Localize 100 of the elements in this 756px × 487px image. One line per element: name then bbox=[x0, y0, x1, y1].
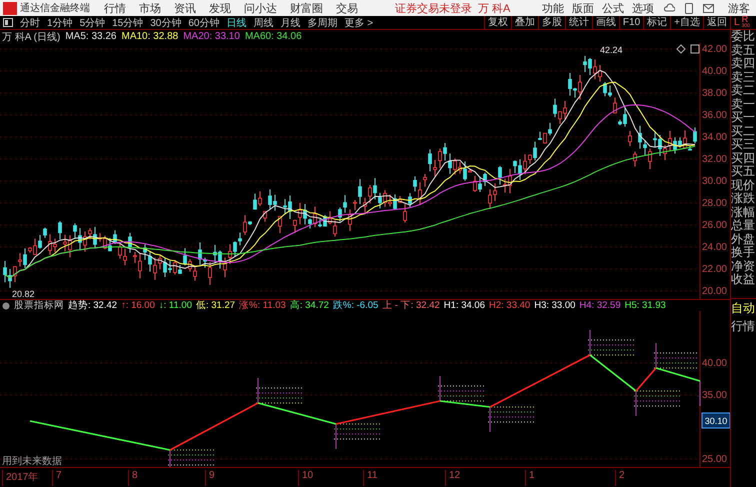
price-axis-label: 20.00 bbox=[702, 286, 727, 297]
menu-item[interactable]: 财富圈 bbox=[290, 0, 323, 16]
period-tab[interactable]: 多周期 bbox=[308, 16, 338, 30]
indicator-value: H5: 31.93 bbox=[624, 300, 666, 311]
low-price-marker: 20.82 bbox=[12, 289, 35, 299]
quote-label[interactable]: 买一 bbox=[731, 111, 756, 124]
date-axis-label: 11 bbox=[363, 470, 378, 486]
quote-label[interactable]: 委比 bbox=[731, 30, 756, 44]
toolbar-button[interactable]: 画线 bbox=[592, 16, 619, 30]
toolbar-button[interactable]: 统计 bbox=[564, 16, 592, 30]
menu-link[interactable]: 功能 bbox=[542, 0, 564, 16]
menu-link[interactable]: 选项 bbox=[632, 0, 654, 16]
envelope-icon[interactable] bbox=[703, 4, 714, 12]
chart-title: 万 科A (日线) bbox=[2, 30, 60, 44]
toolbar-button[interactable]: F10 bbox=[618, 16, 644, 30]
user-name[interactable]: 游客 bbox=[728, 0, 750, 16]
price-axis-label: 40.00 bbox=[702, 66, 727, 77]
ma-value: MA10: 32.88 bbox=[122, 31, 178, 42]
date-axis-label: 8 bbox=[128, 470, 138, 486]
price-axis-label: 34.00 bbox=[702, 132, 727, 143]
period-tab[interactable]: 30分钟 bbox=[150, 16, 182, 30]
period-tab[interactable]: 60分钟 bbox=[188, 16, 220, 30]
app-title: 通达信金融终端 bbox=[20, 2, 90, 15]
quote-label[interactable]: 买二 bbox=[731, 124, 756, 138]
date-axis-label: 2 bbox=[615, 470, 625, 486]
period-tab[interactable]: 1分钟 bbox=[47, 16, 73, 30]
side-tab[interactable]: 自动 bbox=[731, 301, 755, 315]
period-tab[interactable]: 5分钟 bbox=[80, 16, 106, 30]
future-data-note: 用到未来数据 bbox=[2, 456, 62, 467]
settings-icon[interactable] bbox=[2, 302, 10, 310]
period-tab[interactable]: 日线 bbox=[226, 16, 246, 30]
toolbar-button[interactable]: 返回 bbox=[703, 16, 730, 30]
quote-label[interactable]: 涨跌 bbox=[731, 192, 756, 206]
indicator-value: ↑: 16.00 bbox=[121, 300, 155, 311]
menu-link[interactable]: 公式 bbox=[602, 0, 624, 16]
period-tab[interactable]: 月线 bbox=[280, 16, 300, 30]
price-axis-label: 30.00 bbox=[702, 176, 727, 187]
indicator-value: 涨%: 11.03 bbox=[239, 299, 286, 312]
panel-toggle-icon[interactable] bbox=[3, 18, 13, 27]
price-axis-label: 38.00 bbox=[702, 88, 727, 99]
current-value-label: 30.10 bbox=[702, 412, 730, 428]
stock-name: 万 科A bbox=[478, 2, 510, 16]
quote-label[interactable]: 卖三 bbox=[731, 70, 756, 84]
quote-label[interactable]: 现价 bbox=[731, 178, 756, 192]
indicator-value: H3: 33.00 bbox=[534, 300, 576, 311]
panel-icon[interactable] bbox=[690, 44, 700, 54]
price-axis-label: 36.00 bbox=[702, 110, 727, 121]
toolbar-button[interactable]: 叠加 bbox=[510, 16, 538, 30]
date-axis-label: 7 bbox=[52, 470, 62, 486]
period-tab[interactable]: 周线 bbox=[254, 16, 274, 30]
quote-label[interactable]: 卖五 bbox=[731, 44, 756, 57]
diamond-icon[interactable] bbox=[676, 44, 686, 54]
date-axis-label: 2017年 bbox=[2, 470, 38, 486]
menu-link[interactable]: 版面 bbox=[572, 0, 594, 16]
price-axis-label: 22.00 bbox=[702, 264, 727, 275]
ma-value: MA20: 33.10 bbox=[183, 31, 240, 42]
quote-label[interactable]: 涨幅 bbox=[731, 206, 756, 219]
indicator-value: 跌%: -6.05 bbox=[332, 299, 378, 312]
period-tab[interactable]: 更多 > bbox=[344, 16, 374, 30]
price-axis-label: 24.00 bbox=[702, 242, 727, 253]
menu-item[interactable]: 行情 bbox=[104, 0, 126, 16]
side-tab[interactable]: 行情 bbox=[731, 319, 755, 333]
period-tab[interactable]: 15分钟 bbox=[112, 16, 144, 30]
indicator-value: H4: 32.59 bbox=[579, 300, 621, 311]
quote-label[interactable]: 卖二 bbox=[731, 84, 756, 98]
toolbar-button[interactable]: 标记 bbox=[643, 16, 670, 30]
indicator-value: 趋势: 32.42 bbox=[68, 299, 118, 312]
menu-item[interactable]: 资讯 bbox=[174, 0, 196, 16]
toolbar-button[interactable]: 多股 bbox=[538, 16, 565, 30]
indicator-value: 低: 31.27 bbox=[196, 299, 236, 312]
high-price-marker: 42.24 bbox=[600, 45, 623, 55]
quote-label[interactable]: 换手 bbox=[731, 246, 756, 260]
toolbar-button[interactable]: 复权 bbox=[484, 16, 511, 30]
corner-label[interactable]: R bbox=[742, 16, 750, 22]
quote-label[interactable]: 买四 bbox=[731, 152, 756, 165]
price-axis-label: 26.00 bbox=[702, 220, 727, 231]
quote-label[interactable]: 总量 bbox=[731, 219, 756, 232]
menu-item[interactable]: 市场 bbox=[139, 0, 161, 16]
quote-label[interactable]: 买三 bbox=[731, 138, 756, 152]
menu-item[interactable]: 交易 bbox=[336, 0, 358, 16]
price-axis-label: 42.00 bbox=[702, 44, 727, 55]
indicator-value: 上 - 下: 32.42 bbox=[382, 299, 440, 312]
quote-label[interactable]: 买五 bbox=[731, 165, 756, 178]
price-axis-label: 28.00 bbox=[702, 198, 727, 209]
menu-item[interactable]: 发现 bbox=[209, 0, 231, 16]
quote-label[interactable]: 收益 bbox=[731, 273, 756, 286]
login-status: 证券交易未登录 bbox=[395, 2, 472, 16]
quote-label[interactable]: 卖四 bbox=[731, 57, 756, 70]
corner-label[interactable]: L bbox=[734, 17, 740, 28]
toolbar-button[interactable]: +自选 bbox=[670, 16, 703, 30]
indicator-axis-label: 40.00 bbox=[702, 358, 727, 369]
cloud-icon[interactable] bbox=[664, 2, 675, 14]
quote-label[interactable]: 外盘 bbox=[731, 232, 756, 246]
indicator-value: H1: 34.06 bbox=[444, 300, 485, 311]
phone-icon[interactable] bbox=[685, 2, 693, 14]
indicator-name[interactable]: 股票指标网 bbox=[14, 299, 64, 312]
menu-item[interactable]: 问小达 bbox=[244, 0, 277, 16]
period-tab[interactable]: 分时 bbox=[20, 16, 40, 30]
quote-label[interactable]: 净资 bbox=[731, 260, 756, 273]
quote-label[interactable]: 卖一 bbox=[731, 98, 756, 111]
